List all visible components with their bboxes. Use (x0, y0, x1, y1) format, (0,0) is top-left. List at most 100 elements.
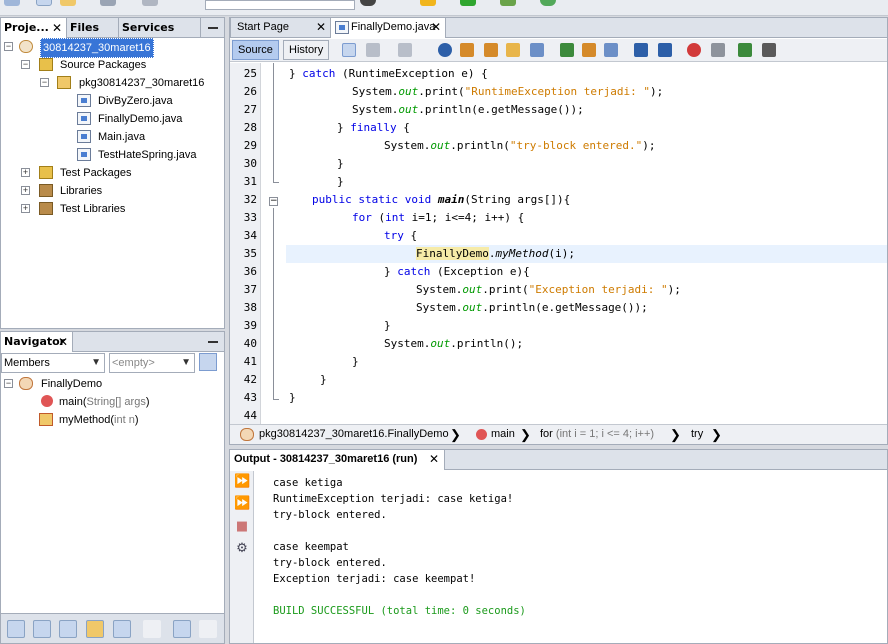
tree-item-package[interactable]: − pkg30814237_30maret16 (1, 74, 221, 92)
members-filter-select[interactable]: Members ▼ (1, 353, 105, 373)
rerun-icon[interactable]: ⏩ (234, 474, 250, 490)
java-file-icon (335, 21, 349, 34)
clean-build-icon[interactable] (420, 0, 436, 6)
show-static-icon[interactable] (59, 620, 77, 638)
find-icon[interactable] (438, 43, 452, 57)
shift-right-icon[interactable] (658, 43, 672, 57)
scope-select[interactable]: <empty> ▼ (109, 353, 195, 373)
toggle-highlight-icon[interactable] (506, 43, 520, 57)
nav-member-item[interactable]: main(String[] args) (1, 393, 221, 411)
undo-icon[interactable] (142, 0, 158, 6)
show-non-public-icon[interactable] (86, 620, 104, 638)
code-line: } (289, 391, 296, 404)
inherited-members-icon[interactable] (7, 620, 25, 638)
start-macro-icon[interactable] (687, 43, 701, 57)
collapse-icon[interactable]: − (4, 379, 13, 388)
member-close: ) (145, 396, 150, 408)
build-icon[interactable] (360, 0, 376, 6)
tree-item-source-packages[interactable]: − Source Packages (1, 56, 221, 74)
fold-toggle-icon[interactable]: − (269, 197, 278, 206)
breadcrumb-method[interactable]: main (491, 425, 515, 444)
breadcrumb-block[interactable]: try (691, 425, 703, 444)
navigator-options-icon[interactable] (199, 353, 217, 371)
new-project-icon[interactable] (36, 0, 52, 6)
tree-item-file[interactable]: TestHateSpring.java (1, 146, 221, 164)
comment-icon[interactable] (738, 43, 752, 57)
save-all-icon[interactable] (100, 0, 116, 6)
code-editor[interactable]: } catch (RuntimeException e) { System.ou… (286, 63, 887, 424)
shift-left-icon[interactable] (634, 43, 648, 57)
find-next-icon[interactable] (484, 43, 498, 57)
collapse-icon[interactable]: − (21, 60, 30, 69)
prev-bookmark-icon[interactable] (560, 43, 574, 57)
expand-icon[interactable]: + (21, 168, 30, 177)
breadcrumb-loop[interactable]: for (int i = 1; i <= 4; i++) (540, 425, 654, 444)
tab-output[interactable]: Output - 30814237_30maret16 (run) ✕ (230, 450, 445, 470)
close-icon[interactable]: ✕ (429, 450, 439, 469)
member-params: String[] args (86, 396, 146, 408)
back-icon[interactable] (366, 43, 380, 57)
sort-by-name-icon[interactable] (173, 620, 191, 638)
line-number: 31 (243, 175, 257, 188)
tab-start-page[interactable]: Start Page ✕ (230, 18, 331, 38)
tab-projects[interactable]: Proje... ✕ (1, 18, 67, 38)
output-side-toolbar: ⏩ ⏩ ■ ⚙ (230, 471, 254, 643)
tab-navigator[interactable]: Navigator ✕ (1, 332, 73, 352)
new-file-icon[interactable] (4, 0, 20, 6)
debug-icon[interactable] (500, 0, 516, 6)
tree-item-file[interactable]: FinallyDemo.java (1, 110, 221, 128)
breadcrumb-class[interactable]: pkg30814237_30maret16.FinallyDemo (259, 425, 449, 444)
collapse-icon[interactable]: − (4, 42, 13, 51)
rerun-with-args-icon[interactable]: ⏩ (234, 496, 250, 512)
toggle-bookmark-icon[interactable] (604, 43, 618, 57)
config-combo[interactable] (205, 0, 355, 10)
javadoc-icon[interactable] (199, 620, 217, 638)
tree-item-project[interactable]: − 30814237_30maret16 (1, 38, 221, 58)
open-project-icon[interactable] (60, 0, 76, 6)
sort-by-source-icon[interactable] (143, 620, 161, 638)
tree-item-file[interactable]: DivByZero.java (1, 92, 221, 110)
tree-item-test-libraries[interactable]: + Test Libraries (1, 200, 221, 218)
close-icon[interactable]: ✕ (52, 18, 62, 38)
collapse-icon[interactable]: − (40, 78, 49, 87)
tree-item-test-packages[interactable]: + Test Packages (1, 164, 221, 182)
run-icon[interactable] (460, 0, 476, 6)
editor-toolbar: Source History (230, 39, 887, 62)
project-coffee-icon (19, 40, 33, 53)
close-icon[interactable]: ✕ (316, 18, 326, 37)
line-number: 32 (243, 193, 257, 206)
java-file-icon (77, 94, 91, 107)
find-previous-icon[interactable] (460, 43, 474, 57)
stop-macro-icon[interactable] (711, 43, 725, 57)
stop-icon[interactable]: ■ (234, 519, 250, 535)
next-bookmark-icon[interactable] (582, 43, 596, 57)
forward-icon[interactable] (398, 43, 412, 57)
tab-services[interactable]: Services (119, 18, 201, 38)
close-icon[interactable]: ✕ (431, 18, 441, 37)
line-number: 34 (243, 229, 257, 242)
expand-icon[interactable]: + (21, 204, 30, 213)
nav-member-item[interactable]: myMethod(int n) (1, 411, 221, 429)
nav-class-item[interactable]: − FinallyDemo (1, 375, 221, 393)
code-line-current: FinallyDemo.myMethod(i); (286, 245, 887, 263)
expand-icon[interactable]: + (21, 186, 30, 195)
close-icon[interactable]: ✕ (58, 332, 68, 352)
profile-icon[interactable] (540, 0, 556, 6)
tab-files[interactable]: Files (67, 18, 119, 38)
tree-item-file[interactable]: Main.java (1, 128, 221, 146)
settings-icon[interactable]: ⚙ (234, 541, 250, 557)
show-fields-icon[interactable] (33, 620, 51, 638)
show-inner-classes-icon[interactable] (113, 620, 131, 638)
tree-item-libraries[interactable]: + Libraries (1, 182, 221, 200)
last-edit-icon[interactable] (342, 43, 356, 57)
method-icon (41, 395, 53, 407)
code-line: System.out.println(); (384, 337, 524, 350)
member-name: main( (59, 396, 87, 408)
select-icon[interactable] (530, 43, 544, 57)
tab-finallydemo[interactable]: FinallyDemo.java ✕ (330, 18, 446, 38)
minimize-icon[interactable] (208, 27, 218, 29)
history-view-button[interactable]: History (283, 40, 330, 60)
minimize-icon[interactable] (208, 341, 218, 343)
uncomment-icon[interactable] (762, 43, 776, 57)
source-view-button[interactable]: Source (232, 40, 279, 60)
